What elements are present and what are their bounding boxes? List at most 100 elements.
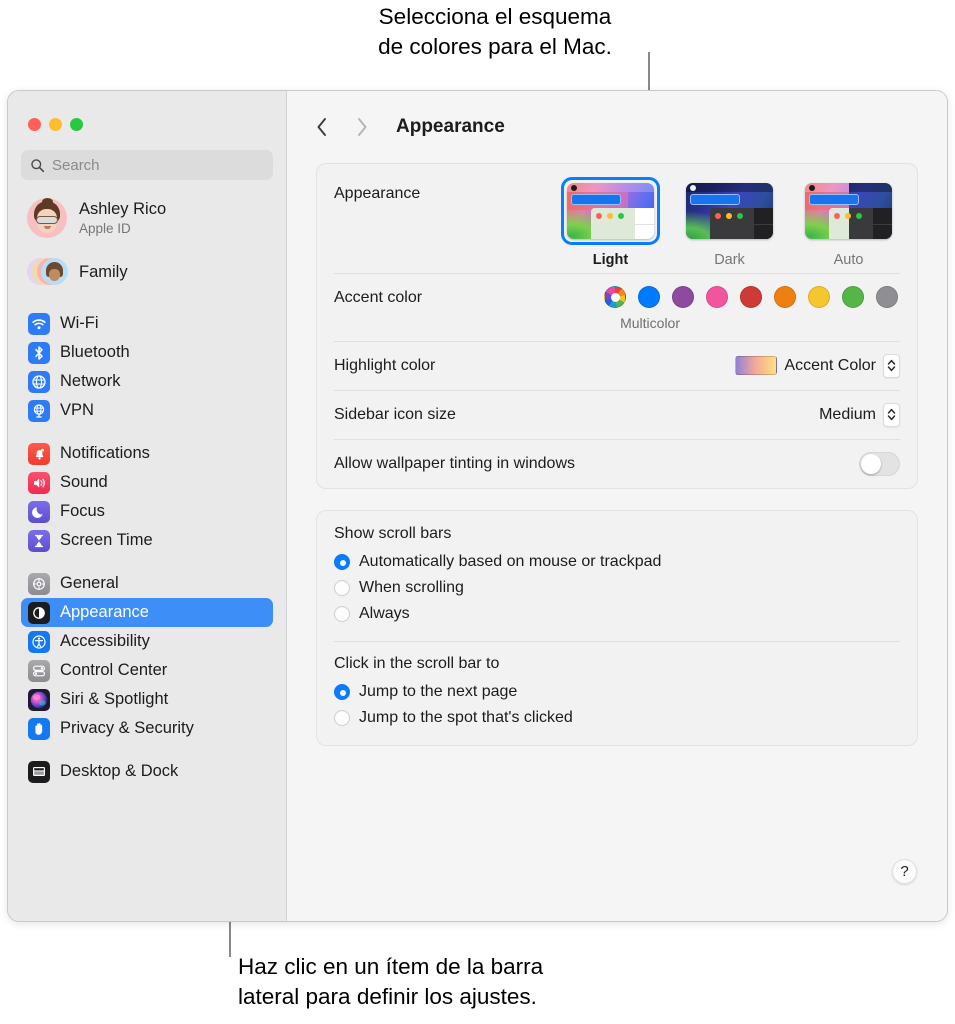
accent-swatch-blue[interactable] [638,286,660,308]
accent-swatch-yellow[interactable] [808,286,830,308]
control-center-icon [28,659,50,682]
sidebar-item-label: Sound [60,473,108,491]
window-controls [8,91,286,131]
radio-label: Jump to the next page [359,683,518,700]
sidebar-item-label: Bluetooth [60,343,130,361]
sidebar-item-siri-and-spotlight[interactable]: Siri & Spotlight [21,685,273,714]
accent-color-row: Accent color Multicolor [317,273,917,341]
accent-swatch-multicolor[interactable] [604,286,626,308]
chevron-updown-icon[interactable] [883,402,900,427]
highlight-color-label: Highlight color [334,356,436,374]
sidebar-item-label: Privacy & Security [60,719,194,737]
scroll-bars-group: Show scroll bars Automatically based on … [316,510,918,746]
accent-swatch-purple[interactable] [672,286,694,308]
moon-icon [28,500,50,523]
sidebar-item-general[interactable]: General [21,569,273,598]
click-scroll-bar-title: Click in the scroll bar to [334,655,500,672]
speaker-icon [28,471,50,494]
radio-label: Always [359,605,410,622]
sidebar-item-sound[interactable]: Sound [21,468,273,497]
sidebar-item-vpn[interactable]: VPN [21,396,273,425]
sidebar-item-desktop-and-dock[interactable]: Desktop & Dock [21,757,273,786]
radio-show-scroll-bars-when-scrolling[interactable]: When scrolling [334,575,900,601]
radio-indicator[interactable] [334,684,350,700]
theme-option-dark[interactable]: Dark [680,177,779,268]
sidebar-item-screen-time[interactable]: Screen Time [21,526,273,555]
radio-click-jump-to-spot[interactable]: Jump to the spot that's clicked [334,705,900,731]
help-button[interactable]: ? [892,859,917,884]
radio-label: Jump to the spot that's clicked [359,709,573,726]
radio-show-scroll-bars-automatic[interactable]: Automatically based on mouse or trackpad [334,549,900,575]
accent-swatch-green[interactable] [842,286,864,308]
accent-color-label: Accent color [334,289,423,306]
highlight-color-value: Accent Color [784,356,876,374]
sidebar-item-control-center[interactable]: Control Center [21,656,273,685]
sidebar-group-network: Wi-Fi Bluetooth Network VPN [8,309,286,425]
accent-swatch-red[interactable] [740,286,762,308]
sidebar-item-bluetooth[interactable]: Bluetooth [21,338,273,367]
accent-swatch-graphite[interactable] [876,286,898,308]
chevron-right-icon[interactable] [350,116,372,138]
sidebar-group-system: Notifications Sound Focus Screen Time [8,439,286,555]
sidebar-item-notifications[interactable]: Notifications [21,439,273,468]
theme-option-light[interactable]: Light [561,177,660,268]
radio-indicator[interactable] [334,606,350,622]
wallpaper-tinting-toggle[interactable] [859,451,900,476]
theme-label: Light [592,252,629,268]
chevron-left-icon[interactable] [311,116,333,138]
accent-swatch-pink[interactable] [706,286,728,308]
sidebar-group-preferences: General Appearance Accessibility Control… [8,569,286,743]
accessibility-icon [28,630,50,653]
close-button[interactable] [28,118,41,131]
content-pane: Appearance Appearance Light Dark Auto Ac… [287,91,947,921]
search-field[interactable] [21,150,273,180]
callout-top-text: Selecciona el esquema de colores para el… [378,4,612,59]
sidebar-item-privacy-and-security[interactable]: Privacy & Security [21,714,273,743]
family-row[interactable]: Family [21,249,273,295]
callout-bottom-text: Haz clic en un ítem de la barra lateral … [238,954,544,1009]
radio-indicator[interactable] [334,710,350,726]
sidebar-item-accessibility[interactable]: Accessibility [21,627,273,656]
highlight-color-swatch [735,356,778,375]
radio-show-scroll-bars-always[interactable]: Always [334,601,900,627]
radio-indicator[interactable] [334,580,350,596]
radio-click-jump-next-page[interactable]: Jump to the next page [334,679,900,705]
account-name: Ashley Rico [79,199,167,218]
sidebar-item-appearance[interactable]: Appearance [21,598,273,627]
search-icon [30,158,45,173]
sidebar-item-label: Focus [60,502,105,520]
theme-label: Dark [714,252,745,268]
sidebar-item-label: Wi-Fi [60,314,99,332]
desktop-dock-icon [28,760,50,783]
wifi-icon [28,312,50,335]
family-label: Family [79,262,128,281]
accent-swatch-orange[interactable] [774,286,796,308]
show-scroll-bars-block: Show scroll bars Automatically based on … [317,511,917,641]
sidebar: Ashley Rico Apple ID Family Wi-Fi [8,91,287,921]
theme-thumbnail-light [567,183,654,239]
page-title: Appearance [396,116,505,137]
highlight-color-popup[interactable]: Accent Color [735,353,900,378]
sidebar-item-label: VPN [60,401,94,419]
theme-option-auto[interactable]: Auto [799,177,898,268]
sidebar-item-label: Notifications [60,444,150,462]
apple-id-account-row[interactable]: Ashley Rico Apple ID [21,195,273,241]
minimize-button[interactable] [49,118,62,131]
theme-thumbnail-auto [805,183,892,239]
sidebar-item-wi-fi[interactable]: Wi-Fi [21,309,273,338]
click-scroll-bar-block: Click in the scroll bar to Jump to the n… [317,641,917,745]
globe-icon [28,370,50,393]
accent-color-picker: Multicolor [604,273,900,331]
sidebar-item-network[interactable]: Network [21,367,273,396]
zoom-button[interactable] [70,118,83,131]
sidebar-icon-size-popup[interactable]: Medium [819,402,900,427]
radio-indicator[interactable] [334,554,350,570]
sidebar-item-focus[interactable]: Focus [21,497,273,526]
search-input[interactable] [52,156,264,174]
radio-label: When scrolling [359,579,464,596]
vpn-globe-icon [28,399,50,422]
wallpaper-tinting-row: Allow wallpaper tinting in windows [317,439,917,488]
chevron-updown-icon[interactable] [883,353,900,378]
sidebar-item-label: Appearance [60,603,149,621]
gear-icon [28,572,50,595]
